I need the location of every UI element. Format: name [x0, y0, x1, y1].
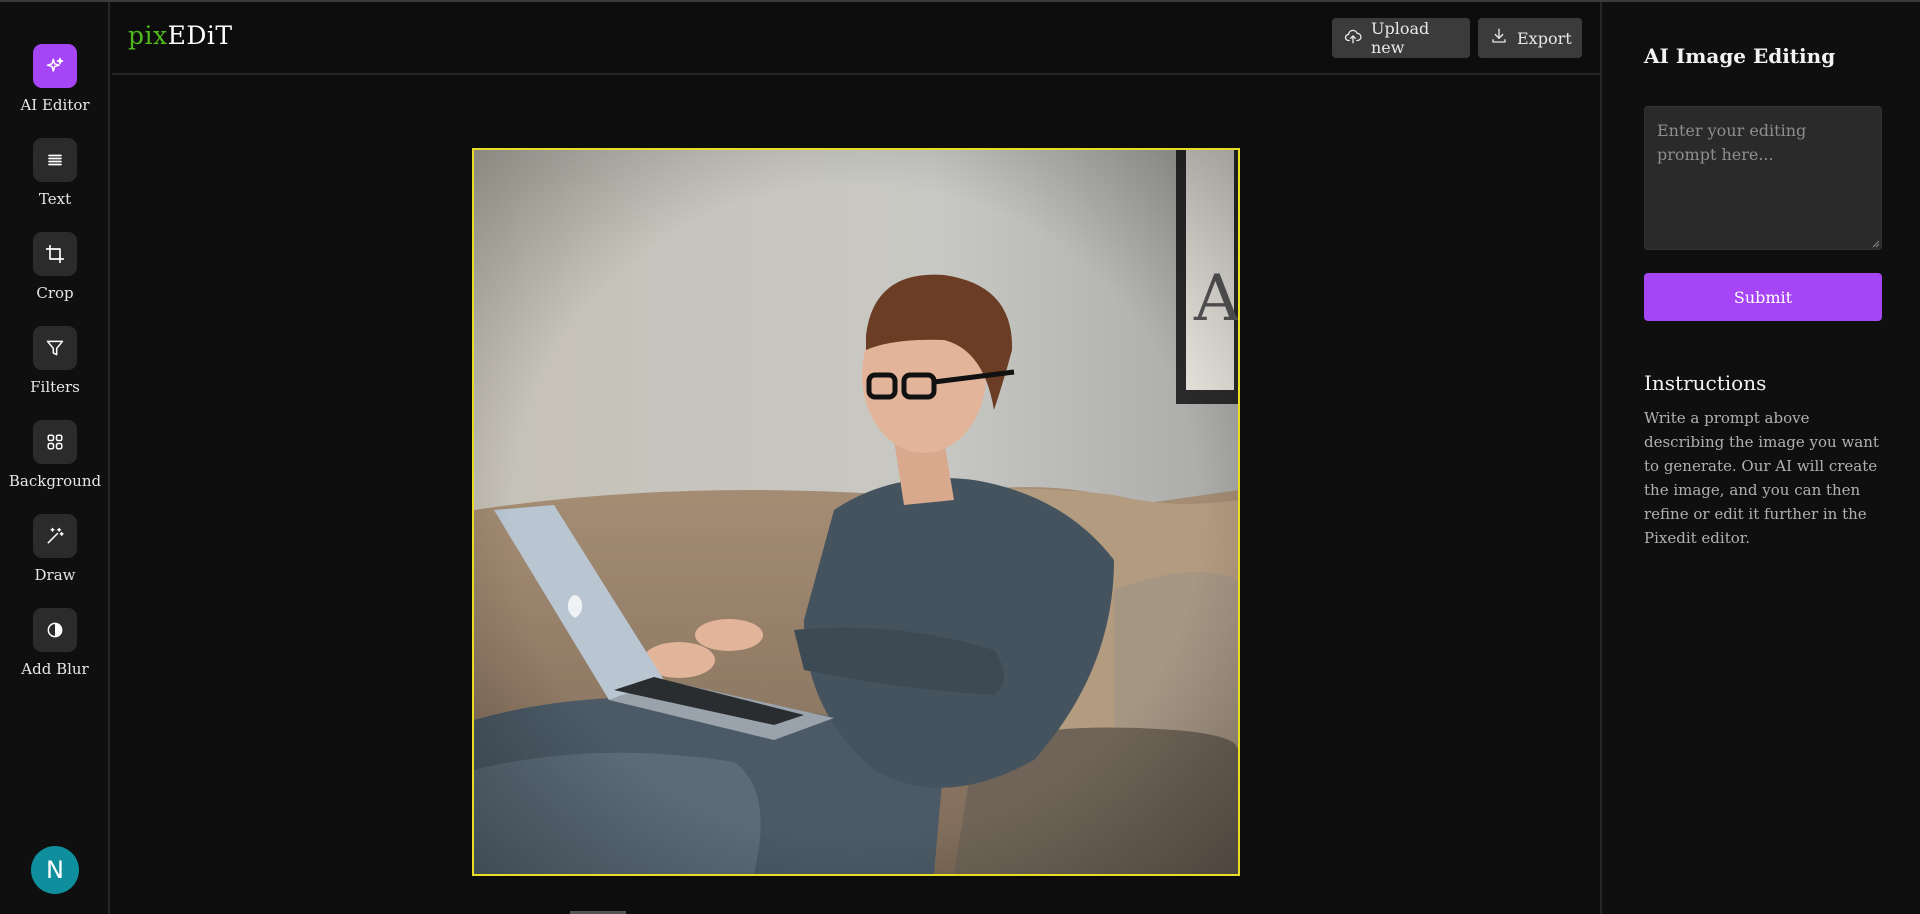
export-label: Export — [1517, 28, 1572, 48]
instructions-heading: Instructions — [1644, 371, 1767, 395]
tool-add-blur[interactable]: Add Blur — [0, 608, 110, 678]
magic-wand-icon — [33, 514, 77, 558]
export-button[interactable]: Export — [1478, 18, 1582, 58]
editing-prompt-input[interactable] — [1644, 106, 1882, 250]
tool-crop[interactable]: Crop — [0, 232, 110, 302]
cloud-upload-icon — [1344, 27, 1362, 49]
tool-background[interactable]: Background — [0, 420, 110, 490]
tool-sidebar: AI Editor Text Crop Filters Background D… — [0, 2, 110, 914]
filter-funnel-icon — [33, 326, 77, 370]
ai-editing-panel: AI Image Editing Submit Instructions Wri… — [1600, 2, 1920, 914]
panel-title: AI Image Editing — [1644, 44, 1836, 68]
photo-man-with-laptop: A — [474, 150, 1238, 874]
top-header: pixEDiT Upload new Export — [112, 2, 1600, 75]
resize-grip-icon[interactable] — [1872, 240, 1880, 248]
editor-canvas: A — [112, 75, 1600, 914]
sparkles-icon — [33, 44, 77, 88]
tool-filters[interactable]: Filters — [0, 326, 110, 396]
tool-label: AI Editor — [20, 96, 90, 114]
tool-draw[interactable]: Draw — [0, 514, 110, 584]
submit-button[interactable]: Submit — [1644, 273, 1882, 321]
half-circle-icon — [33, 608, 77, 652]
grid-icon — [33, 420, 77, 464]
tool-label: Filters — [30, 378, 80, 396]
tool-label: Background — [8, 472, 102, 490]
text-lines-icon — [33, 138, 77, 182]
upload-new-label: Upload new — [1371, 19, 1430, 57]
user-avatar[interactable]: N — [31, 846, 79, 894]
tool-label: Add Blur — [21, 660, 89, 678]
tool-label: Draw — [34, 566, 76, 584]
logo-part-edit: EDiT — [167, 21, 233, 50]
logo-part-pix: pix — [128, 21, 168, 50]
tool-label: Text — [38, 190, 72, 208]
instructions-text: Write a prompt above describing the imag… — [1644, 409, 1879, 547]
download-icon — [1490, 27, 1508, 49]
upload-new-button[interactable]: Upload new — [1332, 18, 1470, 58]
edited-image[interactable]: A — [472, 148, 1240, 876]
app-logo[interactable]: pixEDiT — [128, 21, 233, 50]
crop-icon — [33, 232, 77, 276]
tool-text[interactable]: Text — [0, 138, 110, 208]
tool-label: Crop — [36, 284, 74, 302]
tool-ai-editor[interactable]: AI Editor — [0, 44, 110, 114]
